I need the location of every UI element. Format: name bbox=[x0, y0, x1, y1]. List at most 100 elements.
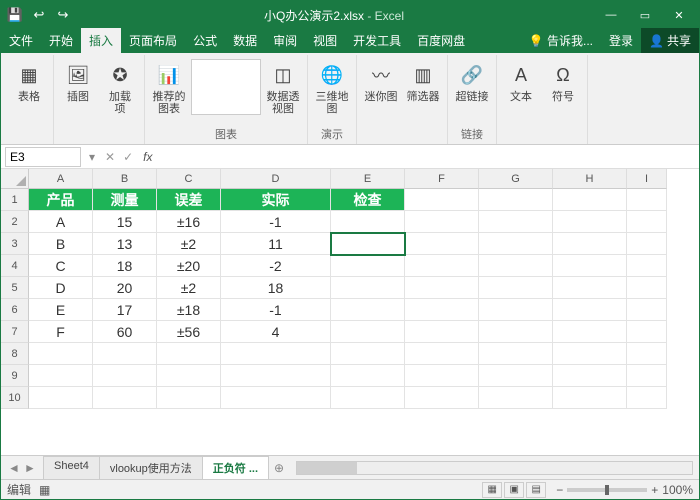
tab-公式[interactable]: 公式 bbox=[185, 28, 225, 53]
save-icon[interactable]: 💾 bbox=[5, 5, 25, 25]
cell[interactable]: 15 bbox=[93, 211, 157, 233]
row-header[interactable]: 3 bbox=[1, 233, 29, 255]
illustrations-button[interactable]: 🖼插图 bbox=[58, 59, 98, 105]
sparklines-button[interactable]: 〰迷你图 bbox=[361, 59, 401, 105]
sheet-tab[interactable]: 正负符 ... bbox=[202, 456, 269, 481]
pivot-chart-button[interactable]: ◫数据透视图 bbox=[263, 59, 303, 117]
macro-record-icon[interactable]: ▦ bbox=[39, 483, 50, 497]
col-header[interactable]: C bbox=[157, 169, 221, 189]
cell[interactable] bbox=[553, 189, 627, 211]
text-button[interactable]: A文本 bbox=[501, 59, 541, 105]
cell[interactable]: 测量 bbox=[93, 189, 157, 211]
view-mode-button[interactable]: ▦ bbox=[482, 482, 502, 498]
cell[interactable]: 4 bbox=[221, 321, 331, 343]
cancel-formula-icon[interactable]: ✕ bbox=[105, 150, 115, 164]
cell[interactable] bbox=[553, 365, 627, 387]
cell[interactable]: -2 bbox=[221, 255, 331, 277]
slicer-button[interactable]: ▥筛选器 bbox=[403, 59, 443, 105]
cell[interactable] bbox=[479, 233, 553, 255]
cell[interactable]: D bbox=[29, 277, 93, 299]
cell[interactable]: 13 bbox=[93, 233, 157, 255]
cell[interactable] bbox=[553, 387, 627, 409]
cell[interactable]: ±20 bbox=[157, 255, 221, 277]
sheet-nav[interactable]: ◄ ► bbox=[1, 461, 43, 475]
cell[interactable] bbox=[479, 343, 553, 365]
col-header[interactable]: H bbox=[553, 169, 627, 189]
cell[interactable] bbox=[405, 299, 479, 321]
namebox-dropdown-icon[interactable]: ▾ bbox=[85, 150, 99, 164]
cell[interactable] bbox=[627, 321, 667, 343]
cell[interactable] bbox=[331, 299, 405, 321]
sheet-prev-icon[interactable]: ◄ bbox=[7, 461, 21, 475]
tab-审阅[interactable]: 审阅 bbox=[265, 28, 305, 53]
cell[interactable] bbox=[553, 277, 627, 299]
cell[interactable] bbox=[405, 321, 479, 343]
cell[interactable]: 18 bbox=[93, 255, 157, 277]
cell[interactable] bbox=[331, 321, 405, 343]
view-mode-button[interactable]: ▤ bbox=[526, 482, 546, 498]
row-header[interactable]: 6 bbox=[1, 299, 29, 321]
cell[interactable] bbox=[331, 365, 405, 387]
sheet-tab[interactable]: vlookup使用方法 bbox=[99, 456, 203, 481]
cell[interactable]: 11 bbox=[221, 233, 331, 255]
cell[interactable] bbox=[627, 365, 667, 387]
chart-gallery[interactable] bbox=[191, 59, 261, 115]
redo-icon[interactable]: ↪ bbox=[53, 5, 73, 25]
col-header[interactable]: G bbox=[479, 169, 553, 189]
cell[interactable]: ±18 bbox=[157, 299, 221, 321]
hyperlink-button[interactable]: 🔗超链接 bbox=[452, 59, 492, 105]
cell[interactable]: 实际 bbox=[221, 189, 331, 211]
cell[interactable] bbox=[627, 189, 667, 211]
cell[interactable] bbox=[553, 211, 627, 233]
horizontal-scrollbar[interactable] bbox=[296, 461, 693, 475]
cell[interactable] bbox=[627, 277, 667, 299]
addins-button[interactable]: ✪加载 项 bbox=[100, 59, 140, 117]
cell[interactable] bbox=[405, 189, 479, 211]
cell[interactable] bbox=[93, 365, 157, 387]
row-headers[interactable]: 12345678910 bbox=[1, 189, 29, 409]
cell[interactable]: 误差 bbox=[157, 189, 221, 211]
cell[interactable] bbox=[479, 299, 553, 321]
cell[interactable] bbox=[93, 387, 157, 409]
cell[interactable] bbox=[627, 233, 667, 255]
cell[interactable] bbox=[479, 189, 553, 211]
cell[interactable] bbox=[405, 255, 479, 277]
add-sheet-icon[interactable]: ⊕ bbox=[268, 461, 290, 475]
cell[interactable] bbox=[331, 277, 405, 299]
tell-me[interactable]: 💡 告诉我... bbox=[521, 28, 601, 53]
cell[interactable] bbox=[479, 365, 553, 387]
fx-icon[interactable]: fx bbox=[139, 150, 156, 164]
cell[interactable] bbox=[553, 299, 627, 321]
cell[interactable]: 20 bbox=[93, 277, 157, 299]
share-button[interactable]: 👤共享 bbox=[641, 28, 699, 53]
symbol-button[interactable]: Ω符号 bbox=[543, 59, 583, 105]
maximize-button[interactable]: ▭ bbox=[629, 5, 661, 25]
col-header[interactable]: B bbox=[93, 169, 157, 189]
tab-视图[interactable]: 视图 bbox=[305, 28, 345, 53]
col-header[interactable]: E bbox=[331, 169, 405, 189]
cell[interactable] bbox=[479, 255, 553, 277]
cell[interactable] bbox=[331, 387, 405, 409]
cell[interactable] bbox=[405, 365, 479, 387]
cell[interactable] bbox=[405, 277, 479, 299]
cell[interactable]: -1 bbox=[221, 211, 331, 233]
row-header[interactable]: 5 bbox=[1, 277, 29, 299]
spreadsheet-grid[interactable]: ABCDEFGHI 12345678910 产品测量误差实际检查A15±16-1… bbox=[1, 169, 699, 443]
row-header[interactable]: 10 bbox=[1, 387, 29, 409]
cell[interactable] bbox=[479, 277, 553, 299]
cell[interactable] bbox=[29, 387, 93, 409]
col-header[interactable]: D bbox=[221, 169, 331, 189]
col-header[interactable]: F bbox=[405, 169, 479, 189]
row-header[interactable]: 9 bbox=[1, 365, 29, 387]
cell[interactable] bbox=[405, 343, 479, 365]
cell[interactable] bbox=[157, 343, 221, 365]
cell[interactable] bbox=[479, 321, 553, 343]
tab-插入[interactable]: 插入 bbox=[81, 28, 121, 53]
cell[interactable] bbox=[331, 211, 405, 233]
cells[interactable]: 产品测量误差实际检查A15±16-1B13±211C18±20-2D20±218… bbox=[29, 189, 667, 409]
map3d-button[interactable]: 🌐三维地 图 bbox=[312, 59, 352, 117]
cell[interactable]: 检查 bbox=[331, 189, 405, 211]
col-header[interactable]: A bbox=[29, 169, 93, 189]
cell[interactable] bbox=[331, 255, 405, 277]
cell[interactable] bbox=[221, 387, 331, 409]
